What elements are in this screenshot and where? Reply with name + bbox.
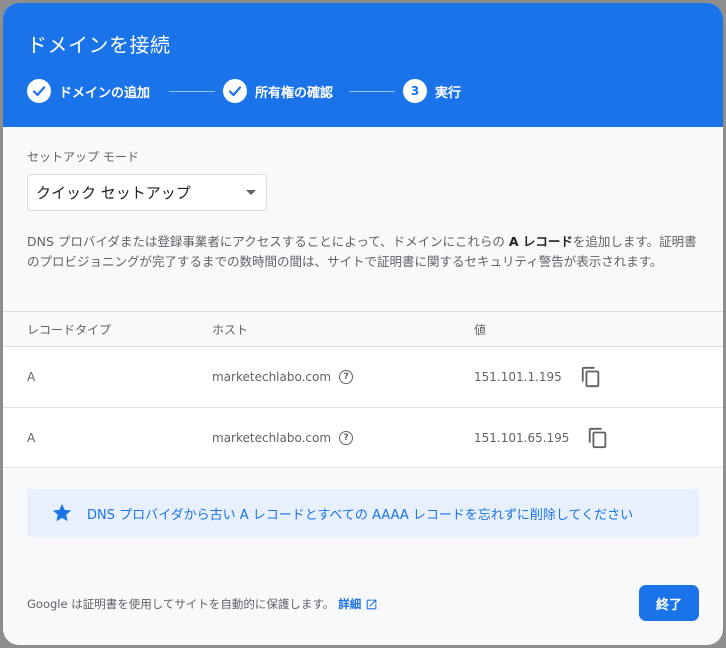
dialog-header: ドメインを接続 ドメインの追加 所有権の確認 3 実行: [3, 3, 723, 127]
connect-domain-dialog: ドメインを接続 ドメインの追加 所有権の確認 3 実行 セットアップ モード ク…: [3, 3, 723, 645]
step-verify-ownership: 所有権の確認: [223, 78, 333, 104]
copy-icon[interactable]: [580, 366, 602, 388]
stepper: ドメインの追加 所有権の確認 3 実行: [27, 78, 707, 104]
star-icon: [52, 503, 72, 522]
column-header-type: レコードタイプ: [27, 322, 112, 337]
step-execute: 3 実行: [403, 78, 461, 104]
copy-icon[interactable]: [587, 427, 609, 449]
dns-records-table: レコードタイプ ホスト 値 A marketechlabo.com ? 151.…: [3, 311, 723, 468]
step-label: ドメインの追加: [59, 85, 151, 101]
dialog-title: ドメインを接続: [27, 33, 171, 57]
external-link-icon[interactable]: [365, 598, 378, 611]
column-header-value: 値: [474, 322, 487, 337]
record-value: 151.101.65.195: [474, 408, 609, 467]
setup-mode-value: クイック セットアップ: [36, 184, 191, 202]
table-header: レコードタイプ ホスト 値: [3, 311, 723, 346]
help-icon[interactable]: ?: [339, 430, 354, 445]
step-label: 実行: [435, 85, 462, 101]
footer-note: Google は証明書を使用してサイトを自動的に保護します。 詳細: [27, 596, 378, 612]
setup-mode-select[interactable]: クイック セットアップ: [27, 174, 267, 211]
record-type: A: [27, 430, 36, 445]
step-connector: [349, 91, 395, 92]
record-type: A: [27, 370, 36, 384]
step-add-domain: ドメインの追加: [27, 78, 150, 104]
record-host: marketechlabo.com ?: [212, 408, 354, 467]
learn-more-link[interactable]: 詳細: [338, 596, 361, 612]
record-value: 151.101.1.195: [474, 347, 602, 407]
check-icon: [27, 79, 51, 103]
notice-text: DNS プロバイダから古い A レコードとすべての AAAA レコードを忘れずに…: [87, 507, 634, 523]
step-number-badge: 3: [403, 79, 427, 103]
instructions-text: DNS プロバイダまたは登録事業者にアクセスすることによって、ドメインにこれらの…: [27, 234, 697, 269]
table-row: A marketechlabo.com ? 151.101.65.195: [3, 407, 723, 468]
check-icon: [223, 79, 247, 103]
notice-banner: DNS プロバイダから古い A レコードとすべての AAAA レコードを忘れずに…: [27, 489, 699, 537]
help-icon[interactable]: ?: [339, 370, 354, 384]
dropdown-arrow-icon: [246, 190, 256, 195]
step-connector: [169, 91, 215, 92]
table-row: A marketechlabo.com ? 151.101.1.195: [3, 346, 723, 407]
step-label: 所有権の確認: [255, 85, 334, 101]
setup-mode-label: セットアップ モード: [27, 150, 139, 164]
done-button[interactable]: 終了: [639, 585, 699, 621]
record-host: marketechlabo.com ?: [212, 347, 354, 407]
column-header-host: ホスト: [212, 322, 249, 337]
